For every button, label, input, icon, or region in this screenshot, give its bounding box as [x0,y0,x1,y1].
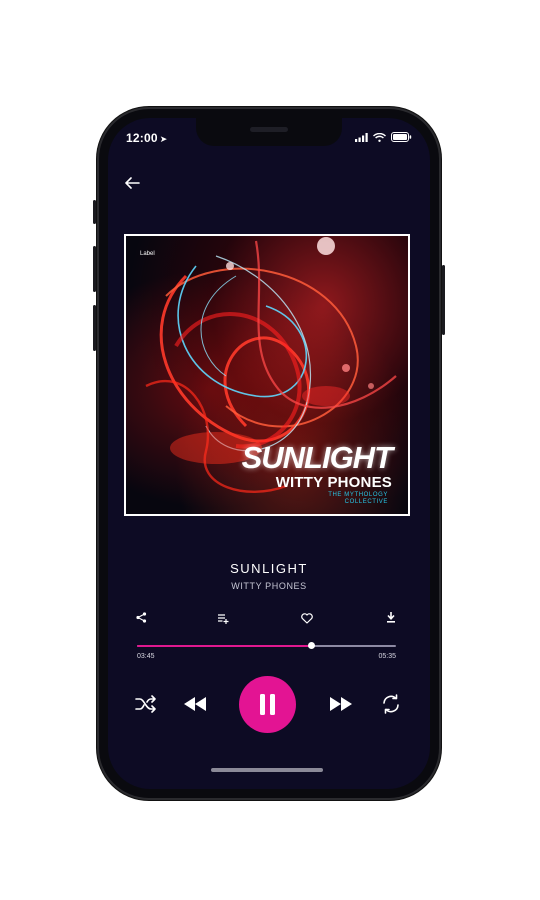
download-button[interactable] [386,610,396,628]
cover-artist: WITTY PHONES [275,474,392,491]
arrow-left-icon [125,177,140,189]
progress-bar[interactable] [137,642,396,649]
location-arrow-icon: ➤ [159,134,168,144]
repeat-icon [383,694,399,714]
cover-title: SUNLIGHT [241,440,393,475]
shuffle-icon [135,695,156,713]
side-button-volume-up [93,246,96,292]
add-to-playlist-button[interactable] [218,611,230,629]
status-time-text: 12:00 [126,131,158,145]
previous-button[interactable] [184,697,206,716]
pause-icon [260,694,275,715]
favorite-button[interactable] [301,611,313,629]
total-duration: 05:35 [378,653,396,660]
battery-icon [391,132,412,142]
share-button[interactable] [136,610,147,628]
notch [196,118,342,146]
playlist-add-icon [218,614,229,624]
download-icon [387,612,395,623]
cover-subtitle: THE MYTHOLOGY COLLECTIVE [328,492,388,505]
home-indicator[interactable] [211,768,323,772]
track-artist: WITTY PHONES [231,581,307,591]
screen: 12:00 ➤ Label SUNLIGHT WITTY PHONES THE … [108,118,430,789]
playback-controls [108,674,430,734]
progress-fill [137,645,311,647]
back-button[interactable] [124,174,140,192]
share-icon [136,612,147,623]
cellular-signal-icon [355,132,368,142]
repeat-button[interactable] [381,694,401,719]
status-icons [355,132,412,142]
side-button-mute [93,200,96,224]
side-button-power [442,265,445,335]
heart-icon [301,613,313,624]
cover-label-text: Label [140,251,155,257]
album-cover: Label SUNLIGHT WITTY PHONES THE MYTHOLOG… [124,234,410,516]
pause-button[interactable] [239,676,296,733]
shuffle-button[interactable] [135,695,157,718]
elapsed-time: 03:45 [137,653,155,660]
progress-thumb[interactable] [307,642,315,649]
track-title: SUNLIGHT [230,561,308,576]
wifi-icon [373,132,386,142]
phone-frame: 12:00 ➤ Label SUNLIGHT WITTY PHONES THE … [93,107,445,800]
rewind-icon [184,697,206,711]
status-time: 12:00 ➤ [126,131,167,145]
side-button-volume-down [93,305,96,351]
earpiece-speaker [250,127,288,132]
fast-forward-icon [330,697,352,711]
next-button[interactable] [330,697,352,716]
